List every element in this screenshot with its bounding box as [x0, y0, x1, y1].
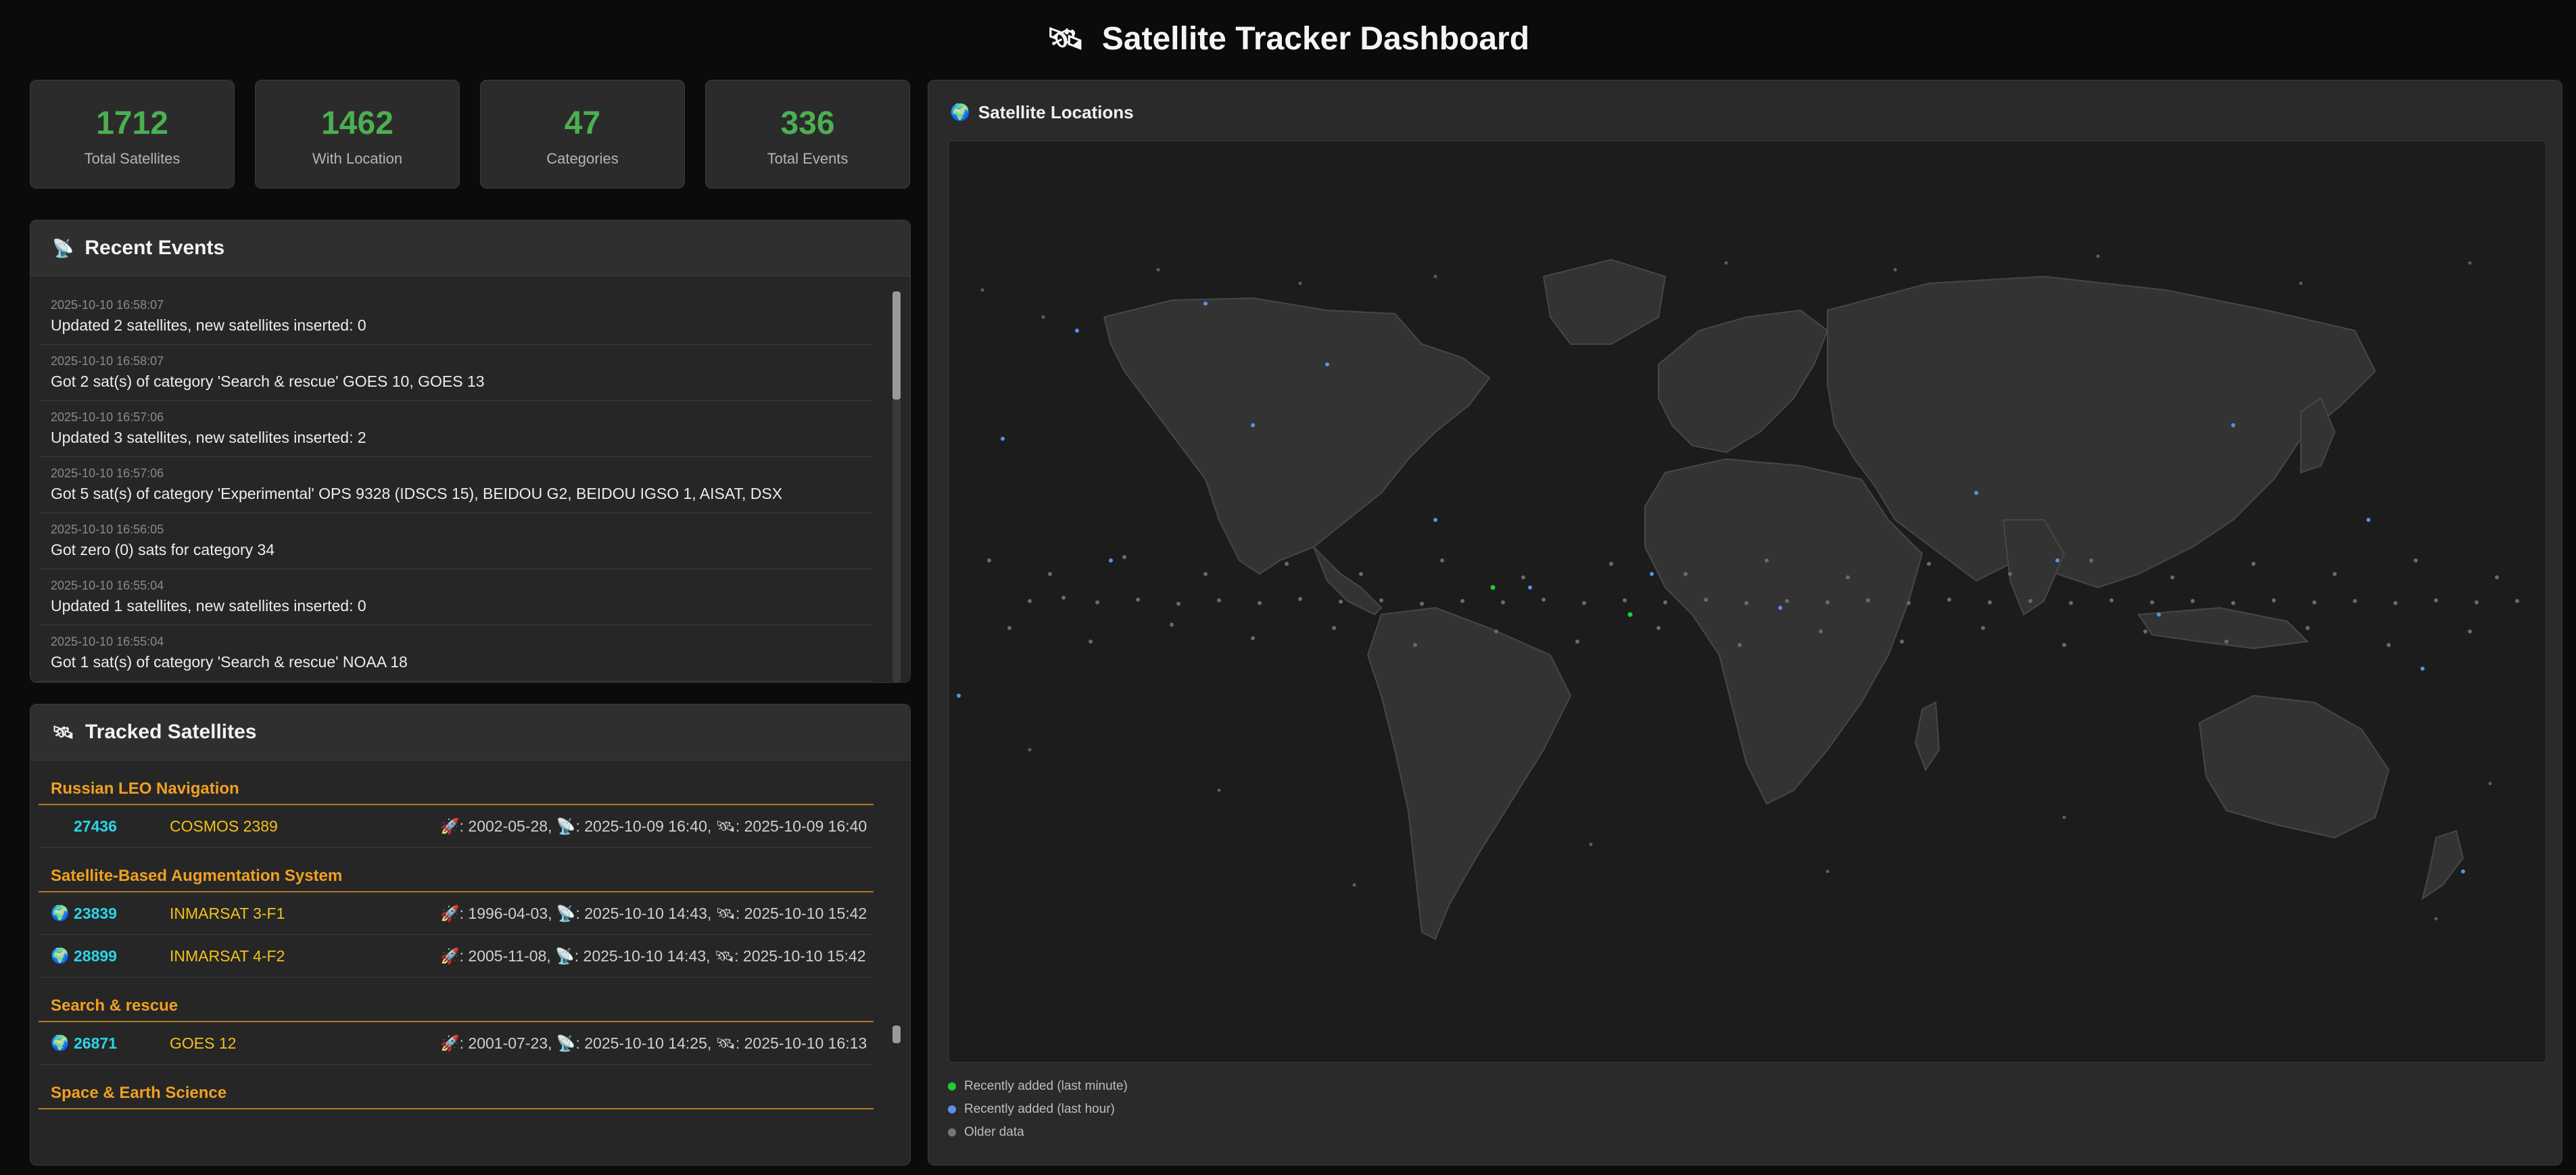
stat-label: Total Events [767, 150, 849, 167]
continent-africa [1644, 458, 1924, 805]
globe-icon: 🌍 [51, 1034, 70, 1051]
category-header: Russian LEO Navigation [39, 761, 874, 805]
continent-madagascar [1914, 701, 1940, 772]
category-header: Search & rescue [39, 978, 874, 1022]
satellite-dates: 🚀: 1996-04-03, 📡: 2025-10-10 14:43, 🛰: 2… [440, 904, 867, 922]
satellite-dates: 🚀: 2001-07-23, 📡: 2025-10-10 14:25, 🛰: 2… [440, 1034, 867, 1052]
satellite-name: INMARSAT 4-F2 [170, 946, 285, 965]
satellite-dish-icon: 📡 [52, 237, 74, 258]
list-item: 2025-10-10 16:56:05 Got zero (0) sats fo… [39, 513, 874, 569]
continent-indonesia [2137, 606, 2310, 650]
recent-minute-satellites [1490, 585, 1633, 617]
event-time: 2025-10-10 16:55:04 [51, 579, 164, 592]
stat-label: Total Satellites [84, 150, 181, 167]
satellite-dates: 🚀: 2002-05-28, 📡: 2025-10-09 16:40, 🛰: 2… [440, 817, 867, 835]
legend-item-last-minute: Recently added (last minute) [948, 1079, 1128, 1094]
list-item: 2025-10-10 16:55:04 Got 1 sat(s) of cate… [39, 625, 874, 681]
satellite-icon: 🛰 [52, 721, 75, 742]
category-header: Space & Earth Science [39, 1065, 874, 1109]
green-dot-icon [948, 1082, 956, 1090]
continent-north-america [1103, 297, 1491, 575]
event-message: Got 2 sat(s) of category 'Search & rescu… [51, 373, 485, 390]
legend-label: Older data [964, 1125, 1024, 1139]
table-row[interactable]: 27436 COSMOS 2389 🚀: 2002-05-28, 📡: 2025… [39, 805, 874, 848]
event-time: 2025-10-10 16:57:06 [51, 466, 164, 480]
stat-card-with-location: 1462 With Location [255, 80, 460, 189]
globe-icon: 🌍 [950, 103, 970, 122]
event-message: Got 1 sat(s) of category 'Search & rescu… [51, 653, 408, 671]
continent-australia [2198, 694, 2390, 839]
tracked-list[interactable]: Russian LEO Navigation 27436 COSMOS 2389… [30, 761, 910, 1165]
continent-europe [1658, 309, 1829, 454]
continent-new-zealand [2421, 830, 2464, 901]
list-item: 2025-10-10 16:57:06 Got 5 sat(s) of cate… [39, 457, 874, 513]
stat-card-total-satellites: 1712 Total Satellites [30, 80, 235, 189]
event-time: 2025-10-10 16:57:06 [51, 410, 164, 424]
world-map[interactable] [948, 141, 2546, 1063]
events-list[interactable]: 2025-10-10 16:58:07 Updated 2 satellites… [30, 277, 910, 682]
category-header: Satellite-Based Augmentation System [39, 848, 874, 892]
event-message: Got 5 sat(s) of category 'Experimental' … [51, 485, 783, 502]
continent-central-america [1313, 546, 1383, 616]
tracked-scroll-thumb[interactable] [892, 1026, 901, 1043]
table-row[interactable]: 🌍 28899 INMARSAT 4-F2 🚀: 2005-11-08, 📡: … [39, 935, 874, 978]
satellite-locations-header: 🌍 Satellite Locations [950, 102, 1134, 123]
blue-dot-icon [948, 1105, 956, 1113]
satellite-icon: 🛰 [1046, 22, 1084, 55]
stat-card-total-events: 336 Total Events [705, 80, 910, 189]
list-item: 2025-10-10 16:58:07 Updated 2 satellites… [39, 289, 874, 345]
legend-item-last-hour: Recently added (last hour) [948, 1102, 1115, 1117]
continent-south-america [1366, 606, 1572, 940]
event-time: 2025-10-10 16:56:05 [51, 523, 164, 536]
norad-id[interactable]: 23839 [74, 905, 144, 923]
page-title: Satellite Tracker Dashboard [1101, 20, 1530, 57]
event-message: Got zero (0) sats for category 34 [51, 541, 275, 558]
event-time: 2025-10-10 16:58:07 [51, 298, 164, 312]
norad-id[interactable]: 28899 [74, 947, 144, 965]
norad-id[interactable]: 27436 [74, 817, 144, 836]
legend-label: Recently added (last hour) [964, 1102, 1115, 1116]
recent-events-header: 📡 Recent Events [30, 220, 910, 277]
recent-events-panel: 📡 Recent Events 2025-10-10 16:58:07 Upda… [30, 220, 911, 683]
tracked-scrollbar[interactable] [892, 761, 901, 1165]
tracked-satellites-panel: 🛰 Tracked Satellites Russian LEO Navigat… [30, 704, 911, 1166]
satellite-name: COSMOS 2389 [170, 817, 278, 835]
stat-label: With Location [312, 150, 403, 167]
stat-label: Categories [546, 150, 619, 167]
satellite-dates: 🚀: 2005-11-08, 📡: 2025-10-10 14:43, 🛰: 2… [440, 946, 866, 965]
event-time: 2025-10-10 16:58:07 [51, 354, 164, 368]
satellite-locations-title: Satellite Locations [978, 102, 1134, 122]
list-item: 2025-10-10 16:58:07 Got 2 sat(s) of cate… [39, 345, 874, 401]
globe-icon: 🌍 [51, 947, 70, 964]
event-message: Updated 3 satellites, new satellites ins… [51, 429, 366, 446]
continent-greenland [1542, 258, 1667, 345]
legend-item-older: Older data [948, 1125, 1024, 1140]
satellite-name: INMARSAT 3-F1 [170, 904, 285, 922]
list-item: 2025-10-10 16:55:04 Updated 1 satellites… [39, 569, 874, 625]
satellite-name: GOES 12 [170, 1034, 237, 1052]
tracked-satellites-title: Tracked Satellites [85, 721, 257, 743]
events-scrollbar[interactable] [892, 291, 901, 682]
event-message: Updated 2 satellites, new satellites ins… [51, 316, 366, 334]
event-message: Updated 1 satellites, new satellites ins… [51, 597, 366, 615]
stat-value: 1462 [321, 105, 393, 141]
events-scroll-thumb[interactable] [892, 291, 901, 400]
recent-events-title: Recent Events [85, 237, 225, 259]
world-map-svg [957, 254, 2519, 940]
event-time: 2025-10-10 16:55:04 [51, 635, 164, 648]
stat-card-categories: 47 Categories [480, 80, 685, 189]
legend-label: Recently added (last minute) [964, 1079, 1128, 1093]
table-row[interactable]: 🌍 23839 INMARSAT 3-F1 🚀: 1996-04-03, 📡: … [39, 892, 874, 935]
norad-id[interactable]: 26871 [74, 1034, 144, 1053]
stat-value: 1712 [96, 105, 168, 141]
list-item: 2025-10-10 16:57:06 Updated 3 satellites… [39, 401, 874, 457]
dashboard-title: 🛰 Satellite Tracker Dashboard [0, 15, 2576, 62]
table-row[interactable]: 🌍 26871 GOES 12 🚀: 2001-07-23, 📡: 2025-1… [39, 1022, 874, 1065]
gray-dot-icon [948, 1128, 956, 1136]
tracked-satellites-header: 🛰 Tracked Satellites [30, 704, 910, 761]
globe-icon: 🌍 [51, 905, 70, 921]
stat-value: 336 [780, 105, 835, 141]
stat-value: 47 [564, 105, 601, 141]
